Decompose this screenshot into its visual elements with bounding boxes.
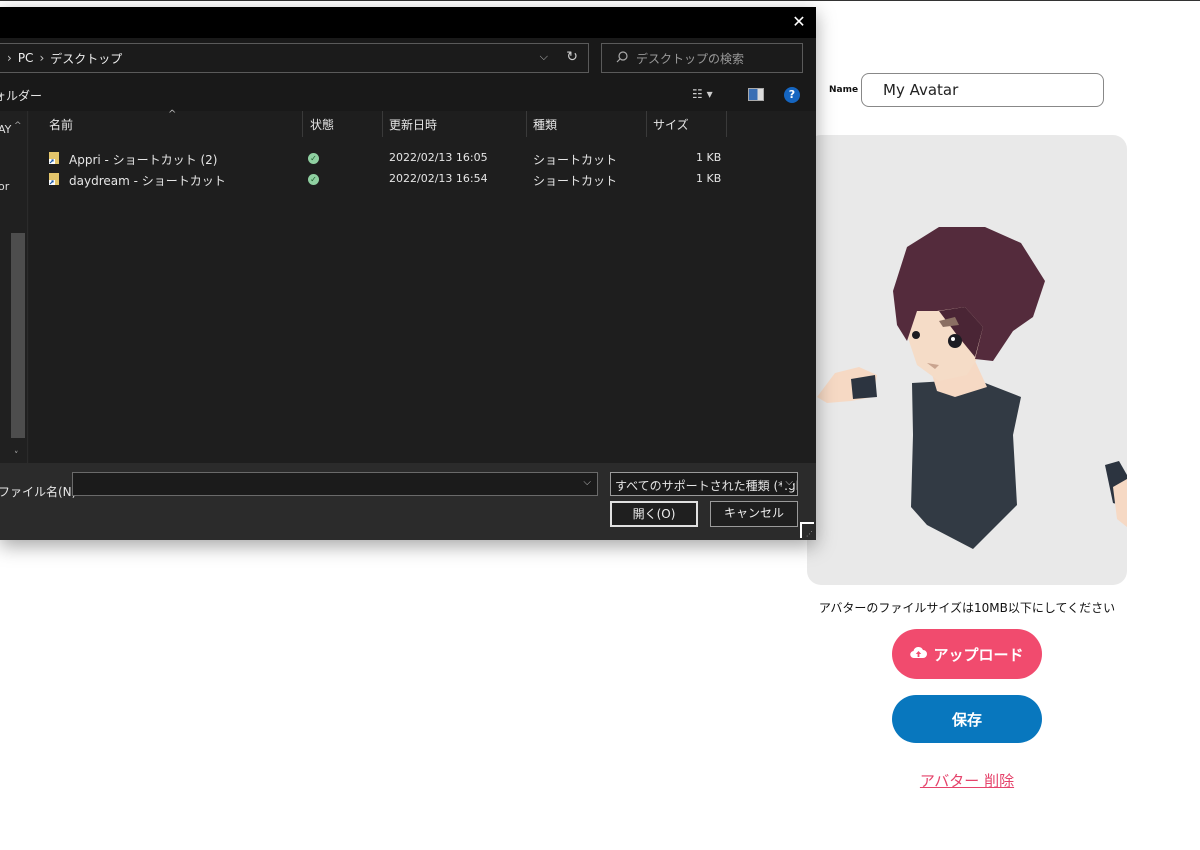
synced-check-icon: ✓ xyxy=(308,153,319,164)
name-label: Name xyxy=(829,85,859,95)
column-divider[interactable] xyxy=(646,111,647,137)
chevron-right-icon: › xyxy=(7,51,12,65)
column-divider[interactable] xyxy=(726,111,727,137)
new-folder-button[interactable]: ォルダー xyxy=(0,87,42,104)
filename-label: ファイル名(N): xyxy=(0,485,81,499)
navigation-pane[interactable]: AY ^ or ˅ xyxy=(0,111,28,463)
view-options-icon[interactable]: ☷ ▾ xyxy=(692,87,713,101)
file-date: 2022/02/13 16:54 xyxy=(389,172,488,185)
dialog-footer: ファイル名(N): ⌵ すべてのサポートされた種類 (*.glb;* ⌵ 開く(… xyxy=(0,463,816,540)
refresh-icon[interactable]: ↻ xyxy=(566,49,578,65)
file-date: 2022/02/13 16:05 xyxy=(389,151,488,164)
dialog-toolbar: ォルダー ☷ ▾ ? xyxy=(0,78,816,111)
file-name: daydream - ショートカット xyxy=(69,174,226,188)
breadcrumb-desktop[interactable]: デスクトップ xyxy=(50,50,122,67)
file-row[interactable]: Appri - ショートカット (2) ✓ 2022/02/13 16:05 シ… xyxy=(29,148,729,169)
column-header-size[interactable]: サイズ xyxy=(653,116,689,133)
file-name: Appri - ショートカット (2) xyxy=(69,153,218,167)
column-divider[interactable] xyxy=(526,111,527,137)
avatar-figure xyxy=(817,227,1127,549)
upload-button[interactable]: アップロード xyxy=(892,629,1042,679)
dialog-titlebar[interactable]: ✕ xyxy=(0,7,816,38)
chevron-down-icon[interactable]: ⌵ xyxy=(583,477,591,488)
column-header-status[interactable]: 状態 xyxy=(310,116,334,133)
file-size: 1 KB xyxy=(696,172,722,185)
delete-avatar-link[interactable]: アバター 削除 xyxy=(807,770,1127,791)
column-header-name[interactable]: 名前 xyxy=(49,116,73,133)
file-open-dialog: ✕ › PC › デスクトップ ⌵ ↻ デスクトップの検索 ォルダー ☷ ▾ ?… xyxy=(0,7,816,540)
file-size-note: アバターのファイルサイズは10MB以下にしてください xyxy=(818,601,1116,615)
file-type-value: すべてのサポートされた種類 (*.glb;* xyxy=(615,479,798,493)
chevron-right-icon: › xyxy=(39,51,45,65)
address-row: › PC › デスクトップ ⌵ ↻ デスクトップの検索 xyxy=(0,38,816,78)
sort-ascending-icon: ^ xyxy=(168,109,177,120)
nav-item-text[interactable]: or xyxy=(0,180,9,193)
address-bar[interactable]: › PC › デスクトップ ⌵ ↻ xyxy=(0,43,589,73)
help-icon[interactable]: ? xyxy=(784,87,800,103)
save-button[interactable]: 保存 xyxy=(892,695,1042,743)
column-header-modified[interactable]: 更新日時 xyxy=(389,116,437,133)
preview-pane-icon[interactable] xyxy=(748,88,764,101)
filename-input[interactable]: ⌵ xyxy=(72,472,598,496)
column-divider[interactable] xyxy=(302,111,303,137)
file-row[interactable]: daydream - ショートカット ✓ 2022/02/13 16:54 ショ… xyxy=(29,169,729,190)
search-input[interactable]: デスクトップの検索 xyxy=(601,43,803,73)
column-header-type[interactable]: 種類 xyxy=(533,116,557,133)
synced-check-icon: ✓ xyxy=(308,174,319,185)
shortcut-file-icon xyxy=(47,172,61,186)
file-size: 1 KB xyxy=(696,151,722,164)
file-type-select[interactable]: すべてのサポートされた種類 (*.glb;* ⌵ xyxy=(610,472,798,496)
close-icon[interactable]: ✕ xyxy=(788,12,810,32)
nav-item-text[interactable]: AY xyxy=(0,123,11,136)
avatar-preview[interactable] xyxy=(807,135,1127,585)
chevron-down-icon: ⌵ xyxy=(782,477,793,488)
column-divider[interactable] xyxy=(382,111,383,137)
nav-scrollbar[interactable] xyxy=(11,233,25,438)
resize-grip-icon: ⋰ xyxy=(806,530,813,538)
search-icon xyxy=(616,50,628,66)
chevron-down-icon[interactable]: ⌵ xyxy=(540,50,548,64)
breadcrumb-pc[interactable]: PC xyxy=(18,51,34,65)
file-type: ショートカット xyxy=(533,153,618,167)
file-type: ショートカット xyxy=(533,174,618,188)
scroll-up-icon[interactable]: ^ xyxy=(14,121,22,131)
open-button[interactable]: 開く(O) xyxy=(610,501,698,527)
upload-button-label: アップロード xyxy=(933,645,1024,664)
file-list: ^ 名前 状態 更新日時 種類 サイズ Appri - ショートカット (2) … xyxy=(29,109,816,463)
scroll-down-icon[interactable]: ˅ xyxy=(14,451,19,461)
avatar-name-input[interactable] xyxy=(861,73,1104,107)
top-rule xyxy=(0,0,1200,1)
cancel-button[interactable]: キャンセル xyxy=(710,501,798,527)
shortcut-file-icon xyxy=(47,151,61,165)
cloud-upload-icon xyxy=(910,645,928,663)
search-placeholder: デスクトップの検索 xyxy=(636,51,745,66)
